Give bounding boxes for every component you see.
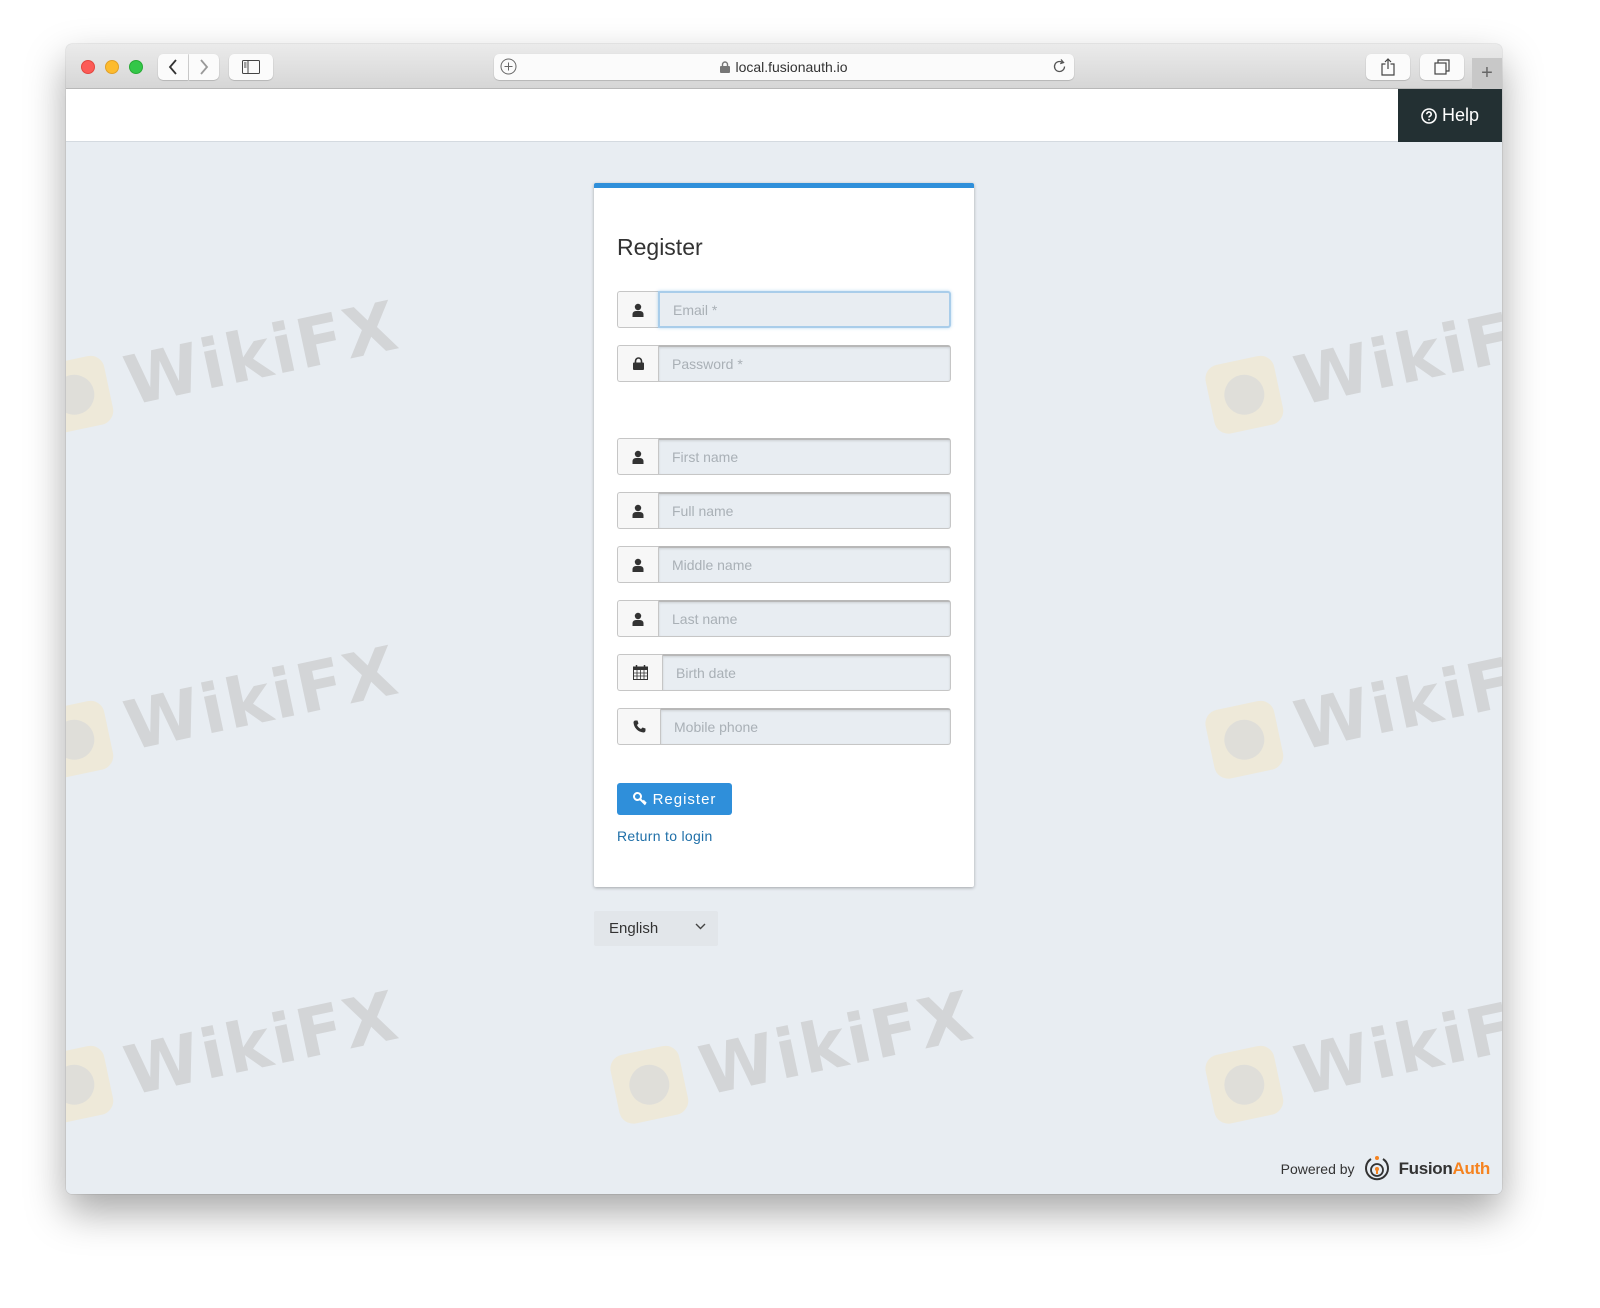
mobile-phone-field [617,708,951,745]
last-name-input[interactable] [658,600,951,637]
powered-by-label: Powered by [1280,1161,1355,1177]
address-bar[interactable]: local.fusionauth.io [494,54,1074,80]
browser-toolbar: local.fusionauth.io + [66,44,1502,89]
chevron-left-icon [168,59,177,75]
first-name-field [617,438,951,475]
fusionauth-logo-icon [1364,1156,1389,1181]
full-name-field [617,492,951,529]
mobile-phone-input[interactable] [660,708,951,745]
minimize-window-button[interactable] [105,60,119,74]
watermark-logo-icon [607,1042,691,1126]
return-to-login-link[interactable]: Return to login [617,828,713,844]
help-button[interactable]: Help [1398,89,1502,142]
watermark: WikiFX [66,977,406,1130]
email-field [617,291,951,328]
watermark-logo-icon [66,352,116,436]
fusionauth-brand[interactable]: FusionAuth [1399,1159,1491,1179]
share-icon [1381,58,1395,76]
plus-icon: + [1481,62,1493,84]
last-name-field [617,600,951,637]
password-input[interactable] [658,345,951,382]
watermark: WikiFX [1202,632,1502,785]
watermark: WikiFX [607,977,981,1130]
language-selected: English [609,920,659,937]
key-icon [632,792,647,806]
user-icon [617,492,658,529]
lock-icon [720,61,731,73]
user-icon [617,291,658,328]
chevron-down-icon [695,923,706,930]
forward-button[interactable] [189,54,219,80]
birth-date-field [617,654,951,691]
question-circle-icon [1421,107,1437,124]
calendar-icon [617,654,662,691]
sidebar-toggle-button[interactable] [229,54,273,80]
new-tab-button[interactable]: + [1472,58,1502,89]
chevron-right-icon [200,59,209,75]
watermark-logo-icon [66,1042,116,1126]
watermark-logo-icon [66,697,116,781]
sidebar-icon [242,60,260,74]
user-icon [617,546,658,583]
page-title: Register [617,234,703,260]
share-button[interactable] [1366,54,1410,80]
full-name-input[interactable] [658,492,951,529]
close-window-button[interactable] [81,60,95,74]
phone-icon [617,708,660,745]
watermark-logo-icon [1202,1042,1286,1126]
password-field [617,345,951,382]
powered-by: Powered by FusionAuth [1281,1155,1490,1183]
watermark: WikiFX [66,287,406,440]
show-tabs-button[interactable] [1420,54,1464,80]
browser-window: local.fusionauth.io + Help WikiFX WikiFX… [66,44,1502,1194]
watermark: WikiFX [66,632,406,785]
register-button-label: Register [652,790,717,808]
help-label: Help [1441,105,1480,125]
url-text: local.fusionauth.io [735,59,848,75]
register-panel: Register Email * First name Full name Mi… [594,183,974,887]
email-input[interactable] [658,291,951,328]
page-header: Help [66,89,1502,142]
back-button[interactable] [158,54,188,80]
lock-icon [617,345,658,382]
language-select[interactable]: English [594,911,718,946]
watermark: WikiFX [1202,977,1502,1130]
page-content: Help WikiFX WikiFX WikiFX WikiFX WikiFX … [66,89,1502,1194]
watermark-logo-icon [1202,352,1286,436]
url-display: local.fusionauth.io [494,59,1074,75]
reload-icon[interactable] [1051,58,1068,75]
first-name-input[interactable] [658,438,951,475]
register-button[interactable]: Register [617,783,732,815]
watermark-logo-icon [1202,697,1286,781]
birth-date-input[interactable] [662,654,951,691]
user-icon [617,438,658,475]
tabs-icon [1434,59,1450,75]
user-icon [617,600,658,637]
watermark: WikiFX [1202,287,1502,440]
middle-name-field [617,546,951,583]
middle-name-input[interactable] [658,546,951,583]
maximize-window-button[interactable] [129,60,143,74]
